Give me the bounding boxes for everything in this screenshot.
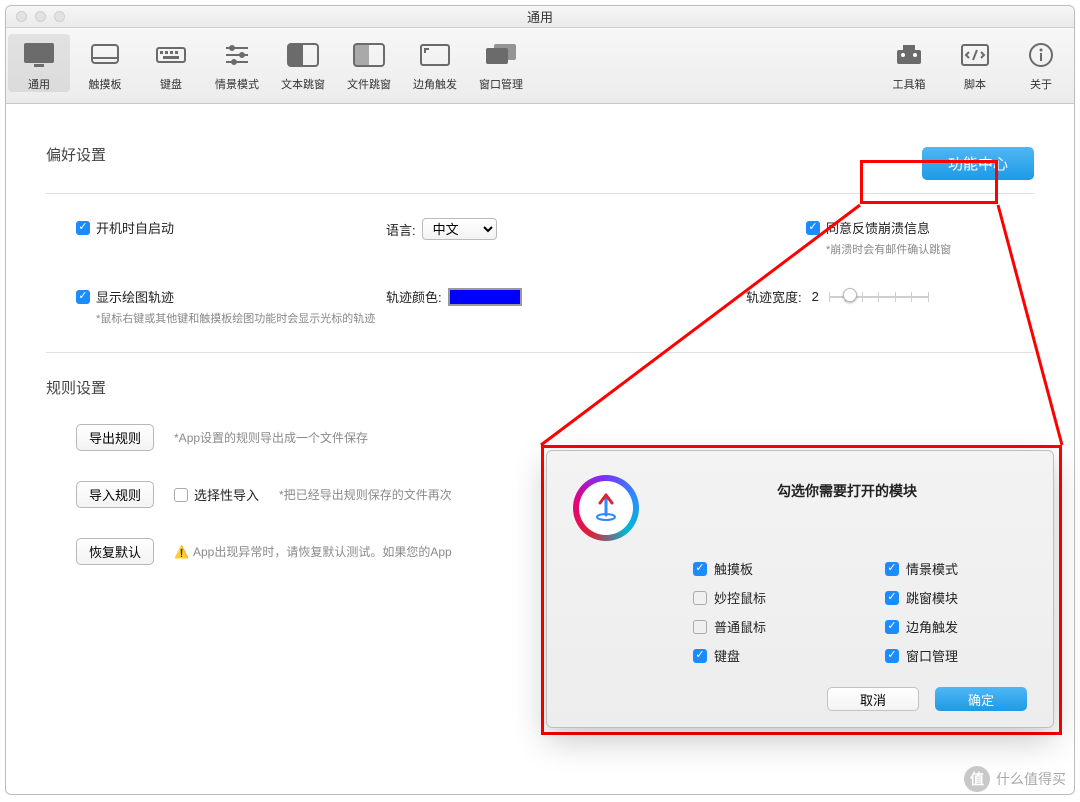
- monitor-icon: [19, 38, 59, 72]
- crash-feedback-checkbox[interactable]: 同意反馈崩溃信息: [806, 218, 930, 237]
- sliders-icon: [217, 38, 257, 72]
- track-width-value: 2: [812, 289, 819, 304]
- tab-script[interactable]: 脚本: [944, 34, 1006, 92]
- tab-keyboard[interactable]: 键盘: [140, 34, 202, 92]
- launch-at-login-checkbox[interactable]: 开机时自启动: [76, 218, 386, 237]
- titlebar: 通用: [6, 6, 1074, 28]
- tab-general[interactable]: 通用: [8, 34, 70, 92]
- tab-label: 边角触发: [413, 76, 457, 92]
- windows-icon: [481, 38, 521, 72]
- watermark: 值 什么值得买: [964, 766, 1066, 792]
- track-color-swatch[interactable]: [448, 288, 522, 306]
- feature-center-modal: 勾选你需要打开的模块 触摸板 情景模式 妙控鼠标 跳窗模块 普通鼠标 边角触发 …: [546, 450, 1054, 728]
- toolbar-left-group: 通用 触摸板 键盘 情景模式: [6, 34, 534, 92]
- module-corner-checkbox[interactable]: 边角触发: [885, 617, 1027, 636]
- tab-label: 文件跳窗: [347, 76, 391, 92]
- divider: [46, 193, 1034, 194]
- module-mouse-checkbox[interactable]: 普通鼠标: [693, 617, 835, 636]
- checkbox-icon: [806, 221, 820, 235]
- label: 选择性导入: [194, 485, 259, 504]
- import-desc: *把已经导出规则保存的文件再次: [279, 486, 452, 503]
- label: 开机时自启动: [96, 218, 174, 237]
- tab-label: 通用: [28, 76, 50, 92]
- tab-corner[interactable]: 边角触发: [404, 34, 466, 92]
- tab-label: 情景模式: [215, 76, 259, 92]
- export-rules-button[interactable]: 导出规则: [76, 424, 154, 451]
- modal-title: 勾选你需要打开的模块: [667, 475, 1027, 501]
- code-icon: [955, 38, 995, 72]
- export-desc: *App设置的规则导出成一个文件保存: [174, 429, 368, 446]
- restore-default-button[interactable]: 恢复默认: [76, 538, 154, 565]
- tab-trackpad[interactable]: 触摸板: [74, 34, 136, 92]
- language-label: 语言:: [386, 220, 416, 239]
- export-rule-row: 导出规则 *App设置的规则导出成一个文件保存: [46, 424, 1034, 451]
- tab-label: 触摸板: [89, 76, 122, 92]
- toolbar-right-group: 工具箱 脚本 关于: [876, 34, 1074, 92]
- modal-checkbox-grid: 触摸板 情景模式 妙控鼠标 跳窗模块 普通鼠标 边角触发 键盘 窗口管理: [573, 559, 1027, 665]
- tab-label: 键盘: [160, 76, 182, 92]
- warning-icon: ⚠️: [174, 545, 189, 559]
- prefs-row-1: 开机时自启动 语言: 中文 同意反馈崩溃信息 *崩溃时会有邮件确认跳窗: [46, 218, 1034, 257]
- info-icon: [1021, 38, 1061, 72]
- toolbox-icon: [889, 38, 929, 72]
- tab-filepop[interactable]: 文件跳窗: [338, 34, 400, 92]
- tab-winmgr[interactable]: 窗口管理: [470, 34, 532, 92]
- watermark-badge-icon: 值: [964, 766, 990, 792]
- import-rules-button[interactable]: 导入规则: [76, 481, 154, 508]
- module-scene-checkbox[interactable]: 情景模式: [885, 559, 1027, 578]
- ok-button[interactable]: 确定: [935, 687, 1027, 711]
- selective-import-checkbox[interactable]: 选择性导入: [174, 485, 259, 504]
- module-keyboard-checkbox[interactable]: 键盘: [693, 646, 835, 665]
- watermark-text: 什么值得买: [996, 769, 1066, 789]
- split-light-icon: [349, 38, 389, 72]
- tab-label: 工具箱: [893, 76, 926, 92]
- tab-textpop[interactable]: 文本跳窗: [272, 34, 334, 92]
- label: 同意反馈崩溃信息: [826, 218, 930, 237]
- feature-center-button[interactable]: 功能中心: [922, 147, 1034, 180]
- window-title: 通用: [6, 7, 1074, 26]
- prefs-row-2: 显示绘图轨迹 *鼠标右键或其他键和触摸板绘图功能时会显示光标的轨迹 轨迹颜色: …: [46, 287, 1034, 326]
- module-winmgr-checkbox[interactable]: 窗口管理: [885, 646, 1027, 665]
- tab-toolbox[interactable]: 工具箱: [878, 34, 940, 92]
- track-width-slider[interactable]: [829, 290, 929, 304]
- module-popup-checkbox[interactable]: 跳窗模块: [885, 588, 1027, 607]
- tab-label: 关于: [1030, 76, 1052, 92]
- track-color-label: 轨迹颜色:: [386, 287, 442, 306]
- trackpad-icon: [85, 38, 125, 72]
- split-dark-icon: [283, 38, 323, 72]
- app-logo-icon: [573, 475, 639, 541]
- divider: [46, 352, 1034, 353]
- corner-icon: [415, 38, 455, 72]
- crash-hint: *崩溃时会有邮件确认跳窗: [826, 241, 951, 257]
- prefs-section-title: 偏好设置: [46, 144, 106, 165]
- checkbox-icon: [76, 290, 90, 304]
- module-magicmouse-checkbox[interactable]: 妙控鼠标: [693, 588, 835, 607]
- rules-section-title: 规则设置: [46, 377, 1034, 398]
- checkbox-icon: [76, 221, 90, 235]
- tab-scene[interactable]: 情景模式: [206, 34, 268, 92]
- tab-label: 文本跳窗: [281, 76, 325, 92]
- show-track-hint: *鼠标右键或其他键和触摸板绘图功能时会显示光标的轨迹: [76, 310, 386, 326]
- checkbox-icon: [174, 488, 188, 502]
- module-trackpad-checkbox[interactable]: 触摸板: [693, 559, 835, 578]
- label: 显示绘图轨迹: [96, 287, 174, 306]
- track-width-label: 轨迹宽度:: [746, 287, 802, 306]
- tab-about[interactable]: 关于: [1010, 34, 1072, 92]
- keyboard-icon: [151, 38, 191, 72]
- language-select[interactable]: 中文: [422, 218, 497, 240]
- show-track-checkbox[interactable]: 显示绘图轨迹: [76, 287, 386, 306]
- tab-label: 窗口管理: [479, 76, 523, 92]
- cancel-button[interactable]: 取消: [827, 687, 919, 711]
- toolbar: 通用 触摸板 键盘 情景模式: [6, 28, 1074, 104]
- restore-desc: ⚠️App出现异常时，请恢复默认测试。如果您的App: [174, 543, 452, 560]
- tab-label: 脚本: [964, 76, 986, 92]
